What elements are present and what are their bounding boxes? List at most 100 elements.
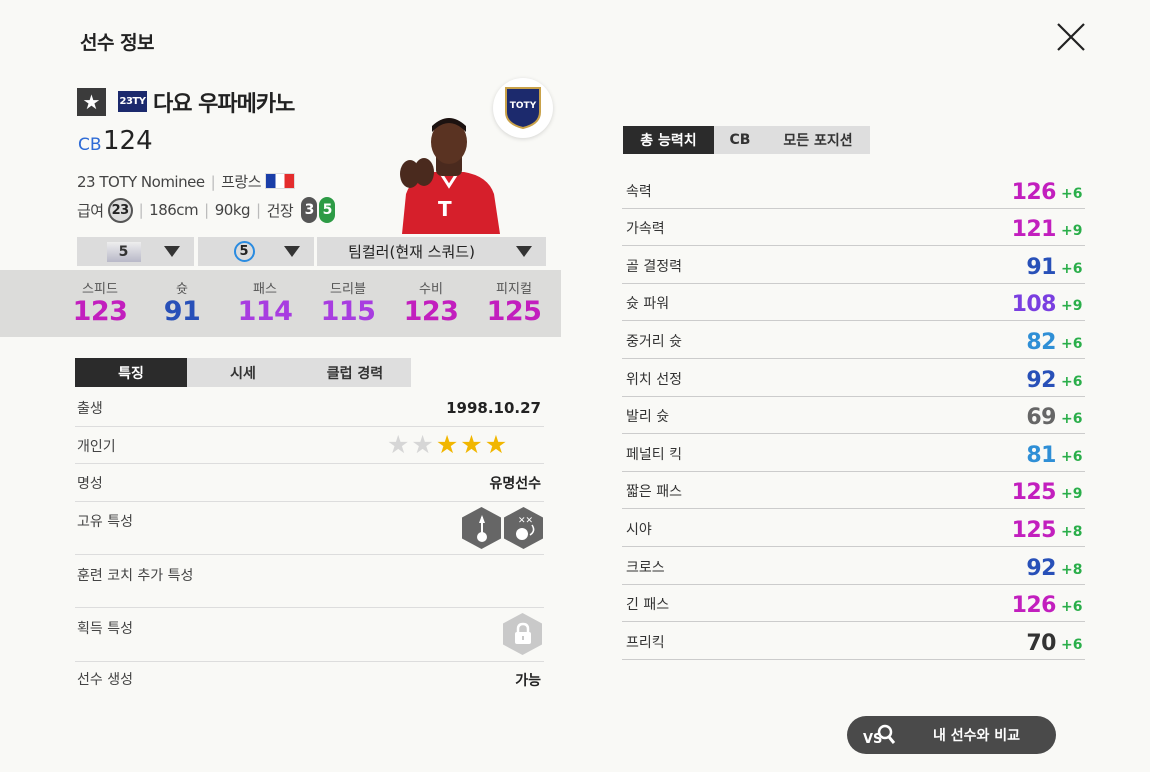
popularity-label: 개인기	[77, 439, 116, 455]
attribute-value: 125	[1011, 480, 1057, 506]
player-photo: T	[392, 112, 506, 234]
attribute-bonus: +9	[1061, 486, 1083, 503]
attribute-row: 발리 슛 69 +6	[622, 397, 1085, 435]
popularity-stars: ★ ★ ★ ★ ★	[387, 432, 507, 457]
attribute-bonus: +6	[1061, 411, 1083, 428]
player-ovr: 124	[103, 126, 153, 156]
chevron-down-icon	[516, 246, 532, 257]
compare-with-my-player-button[interactable]: VS 내 선수와 비교	[847, 716, 1056, 754]
tab-club-history[interactable]: 클럽 경력	[299, 358, 411, 387]
close-button[interactable]	[1054, 20, 1088, 54]
tab-total-stats[interactable]: 총 능력치	[623, 126, 714, 154]
tab-position-cb[interactable]: CB	[714, 126, 766, 154]
favorite-star-icon[interactable]: ★	[77, 88, 106, 116]
nation: 프랑스	[221, 173, 262, 191]
france-flag-icon	[265, 173, 296, 189]
attribute-bonus: +6	[1061, 185, 1083, 202]
divider	[75, 426, 544, 427]
attribute-name: 가속력	[626, 221, 665, 238]
upgrade-level-dropdown[interactable]: 5	[77, 237, 194, 266]
compare-button-label: 내 선수와 비교	[933, 728, 1021, 744]
chevron-down-icon	[284, 246, 300, 257]
attribute-name: 위치 선정	[626, 371, 682, 388]
season-nation-line: 23 TOTY Nominee | 프랑스	[77, 171, 296, 192]
attribute-name: 골 결정력	[626, 258, 682, 275]
attribute-value: 81	[1026, 442, 1056, 468]
skill-level-dropdown[interactable]: 5	[198, 237, 314, 266]
attribute-value: 91	[1026, 254, 1056, 280]
attribute-value: 69	[1026, 405, 1056, 431]
tab-traits[interactable]: 특징	[75, 358, 187, 387]
stat-defense: 수비 123	[403, 282, 459, 327]
skill-level-value: 5	[233, 241, 255, 262]
attribute-bonus: +6	[1061, 260, 1083, 277]
trait-heading-icon[interactable]	[462, 507, 501, 549]
star-icon: ★	[484, 430, 508, 459]
attribute-name: 페널티 킥	[626, 446, 682, 463]
season-badge: 23TY	[118, 91, 147, 112]
player-position: CB	[78, 135, 102, 155]
player-creation-value: 가능	[515, 673, 541, 689]
close-icon[interactable]	[1054, 20, 1088, 54]
trait-ball-icon[interactable]: ✕✕	[504, 507, 543, 549]
divider	[75, 661, 544, 662]
tab-all-positions[interactable]: 모든 포지션	[766, 126, 870, 154]
coach-traits-label: 훈련 코치 추가 특성	[77, 568, 194, 584]
reputation-label: 명성	[77, 476, 103, 492]
attribute-bonus: +6	[1061, 373, 1083, 390]
tab-market-price[interactable]: 시세	[187, 358, 299, 387]
divider	[75, 501, 544, 502]
page-title: 선수 정보	[80, 32, 155, 54]
player-creation-label: 선수 생성	[77, 672, 133, 688]
divider	[75, 554, 544, 555]
pay-label: 급여	[77, 201, 104, 220]
attribute-row: 크로스 92 +8	[622, 547, 1085, 585]
lock-icon	[503, 613, 542, 655]
attribute-row: 시야 125 +8	[622, 509, 1085, 547]
attribute-row: 가속력 121 +9	[622, 209, 1085, 247]
attribute-value: 126	[1011, 593, 1057, 619]
reputation-value: 유명선수	[489, 476, 541, 492]
pay-badge: 23	[107, 197, 133, 223]
attribute-bonus: +8	[1061, 523, 1083, 540]
attribute-value: 126	[1011, 179, 1057, 205]
season-logo-text: TOTY	[510, 101, 537, 111]
attribute-row: 슛 파워 108 +9	[622, 284, 1085, 322]
attribute-bonus: +9	[1061, 298, 1083, 315]
left-foot-icon: 3	[301, 197, 318, 223]
unique-traits-label: 고유 특성	[77, 514, 133, 530]
season-logo: TOTY	[493, 78, 553, 138]
attribute-row: 짧은 패스 125 +9	[622, 472, 1085, 510]
attribute-name: 발리 슛	[626, 409, 670, 426]
attribute-value: 108	[1011, 292, 1057, 318]
team-color-dropdown[interactable]: 팀컬러(현재 스쿼드)	[317, 237, 546, 266]
attribute-name: 속력	[626, 183, 652, 200]
attribute-bonus: +6	[1061, 335, 1083, 352]
attribute-name: 슛 파워	[626, 296, 670, 313]
attribute-name: 짧은 패스	[626, 484, 682, 501]
attribute-name: 크로스	[626, 559, 665, 576]
attribute-value: 121	[1011, 217, 1057, 243]
attribute-row: 골 결정력 91 +6	[622, 246, 1085, 284]
attribute-name: 프리킥	[626, 634, 665, 651]
attribute-row: 긴 패스 126 +6	[622, 585, 1085, 623]
body-type: 건장	[266, 201, 294, 220]
attribute-value: 125	[1011, 517, 1057, 543]
vs-search-icon: VS	[863, 724, 896, 747]
star-icon: ★	[460, 430, 483, 459]
svg-text:T: T	[438, 197, 452, 221]
attribute-row: 프리킥 70 +6	[622, 622, 1085, 660]
star-icon: ★	[387, 430, 410, 459]
stat-physical: 피지컬 125	[486, 282, 542, 327]
attribute-bonus: +8	[1061, 561, 1083, 578]
upgrade-level-value: 5	[106, 241, 141, 262]
attribute-value: 70	[1026, 630, 1056, 656]
weight: 90kg	[214, 201, 251, 219]
attribute-bonus: +6	[1061, 636, 1083, 653]
attribute-row: 속력 126 +6	[622, 171, 1085, 209]
stat-speed: 스피드 123	[72, 282, 128, 327]
attribute-row: 중거리 슛 82 +6	[622, 321, 1085, 359]
attribute-row: 위치 선정 92 +6	[622, 359, 1085, 397]
stat-shoot: 슛 91	[163, 282, 201, 327]
player-body-info: 급여 23 | 186cm | 90kg | 건장 35	[77, 197, 336, 223]
